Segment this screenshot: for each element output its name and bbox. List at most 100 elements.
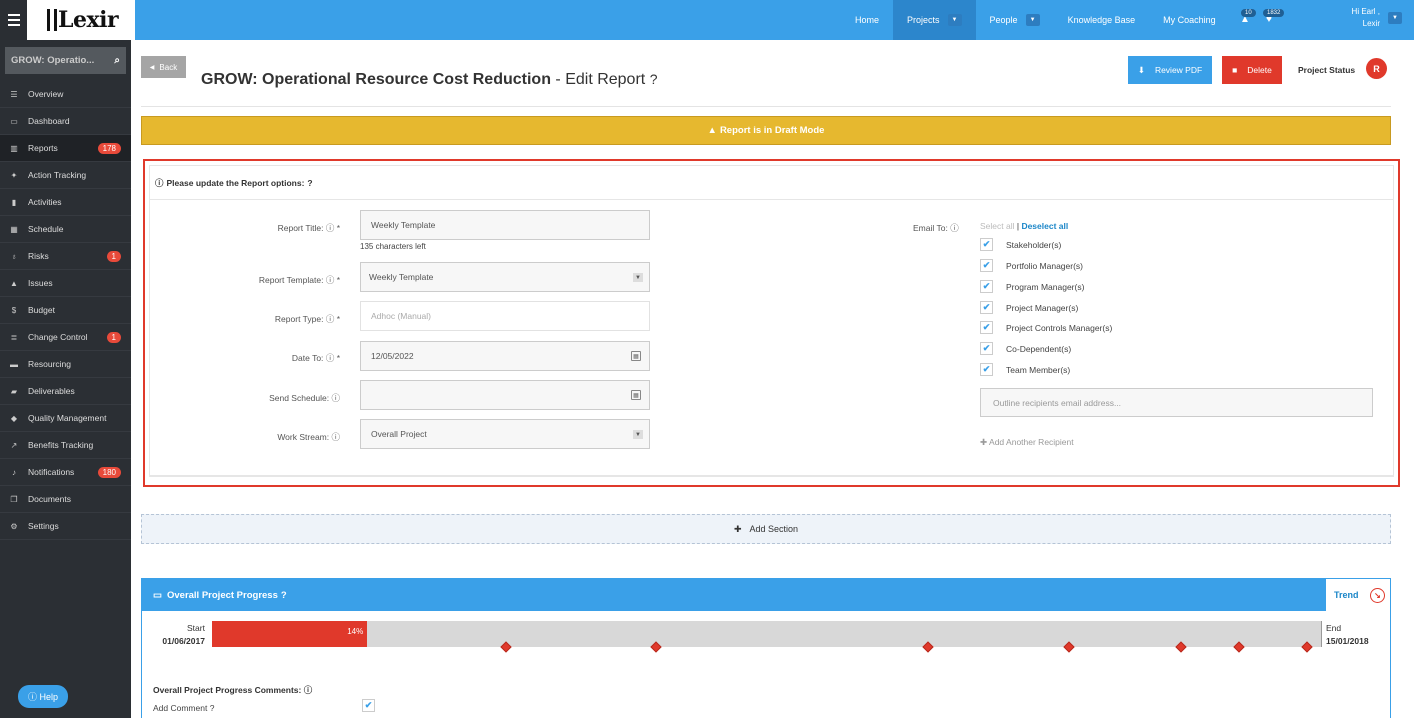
report-template-label: Report Template: ⓘ * (258, 275, 340, 285)
info-icon: ⓘ (950, 223, 959, 233)
add-section-button[interactable]: ✚ Add Section (141, 514, 1391, 544)
milestone-marker[interactable] (500, 641, 512, 653)
bar-chart-icon: ▥ (10, 143, 18, 153)
progress-comments-label: Overall Project Progress Comments: ⓘ (153, 684, 312, 696)
help-button[interactable]: ⓘ Help (18, 685, 69, 708)
recipient-email-input[interactable]: Outline recipients email address... (980, 388, 1373, 417)
recipient-program-managers[interactable]: ✔ Program Manager(s) (980, 280, 1084, 293)
project-search[interactable]: GROW: Operatio... ⌕ (5, 47, 126, 74)
checkbox-checked-icon[interactable]: ✔ (980, 259, 993, 272)
review-pdf-label: Review PDF (1154, 65, 1203, 75)
risks-count-badge: 1 (106, 250, 121, 262)
select-all-link[interactable]: Select all (980, 221, 1015, 231)
send-schedule-input[interactable]: ▦ (360, 380, 650, 410)
milestone-marker[interactable] (650, 641, 662, 653)
question-circle-icon[interactable]: ? (307, 178, 312, 188)
sidebar-item-quality-management[interactable]: ◆ Quality Management (0, 405, 131, 432)
trend-label: Trend (1334, 590, 1359, 600)
checkbox-checked-icon[interactable]: ✔ (980, 342, 993, 355)
main-nav: Home Projects ▼ People ▼ Knowledge Base My… (841, 0, 1230, 40)
project-name: GROW: Operational Resource Cost Reductio… (201, 71, 551, 88)
sidebar-item-notifications[interactable]: ♪ Notifications 180 (0, 459, 131, 486)
question-circle-icon[interactable]: ? (650, 71, 658, 87)
nav-people[interactable]: People ▼ (976, 0, 1054, 40)
dropdown-arrow-icon[interactable]: ▼ (633, 273, 643, 282)
start-date: 01/06/2017 (162, 636, 205, 646)
user-menu[interactable]: Hi Earl , Lexir (1352, 6, 1380, 30)
checkbox-checked-icon[interactable]: ✔ (980, 363, 993, 376)
sidebar-item-schedule[interactable]: ▦ Schedule (0, 216, 131, 243)
sidebar-item-budget[interactable]: $ Budget (0, 297, 131, 324)
report-template-select[interactable]: Weekly Template ▼ (360, 262, 650, 292)
folder-icon: ▬ (10, 359, 18, 369)
back-button[interactable]: ◀ Back (141, 56, 186, 78)
report-title-input[interactable]: Weekly Template (360, 210, 650, 240)
sidebar-item-label: Benefits Tracking (28, 440, 94, 450)
recipient-stakeholders[interactable]: ✔ Stakeholder(s) (980, 238, 1061, 251)
checkbox-checked-icon[interactable]: ✔ (980, 321, 993, 334)
sidebar-item-deliverables[interactable]: ▰ Deliverables (0, 378, 131, 405)
sidebar-item-action-tracking[interactable]: ✦ Action Tracking (0, 162, 131, 189)
recipient-label: Project Controls Manager(s) (1006, 322, 1113, 333)
delete-button[interactable]: ■ Delete (1222, 56, 1282, 84)
lightbulb-icon: ♁ (11, 251, 17, 261)
list-icon: ☰ (10, 89, 18, 99)
nav-my-coaching[interactable]: My Coaching (1149, 0, 1230, 40)
milestone-marker[interactable] (1175, 641, 1187, 653)
logo-mark-icon (47, 9, 57, 31)
question-circle-icon[interactable]: ? (281, 590, 287, 601)
logo[interactable]: Lexir (27, 0, 135, 40)
sidebar-item-documents[interactable]: ❐ Documents (0, 486, 131, 513)
label-text: Email To: (913, 223, 948, 233)
checkbox-checked-icon[interactable]: ✔ (980, 301, 993, 314)
sidebar-item-issues[interactable]: ▲ Issues (0, 270, 131, 297)
menu-toggle-icon[interactable] (0, 0, 27, 40)
sidebar-item-reports[interactable]: ▥ Reports 178 (0, 135, 131, 162)
sidebar-item-activities[interactable]: ▮ Activities (0, 189, 131, 216)
sidebar-item-overview[interactable]: ☰ Overview (0, 81, 131, 108)
milestone-marker[interactable] (922, 641, 934, 653)
checkbox-checked-icon[interactable]: ✔ (980, 238, 993, 251)
sidebar-item-dashboard[interactable]: ▭ Dashboard (0, 108, 131, 135)
recipient-project-controls-managers[interactable]: ✔ Project Controls Manager(s) (980, 321, 1112, 334)
caret-down-icon[interactable]: ▼ (947, 14, 962, 26)
search-icon[interactable]: ⌕ (114, 55, 120, 66)
caret-down-icon[interactable]: ▼ (1025, 14, 1040, 26)
nav-projects[interactable]: Projects ▼ (893, 0, 976, 40)
dropdown-arrow-icon[interactable]: ▼ (633, 430, 643, 439)
calendar-icon[interactable]: ▦ (631, 390, 641, 400)
recipient-co-dependents[interactable]: ✔ Co-Dependent(s) (980, 342, 1071, 355)
date-to-input[interactable]: 12/05/2022 ▦ (360, 341, 650, 371)
nav-knowledge-base[interactable]: Knowledge Base (1054, 0, 1150, 40)
delete-label: Delete (1247, 65, 1272, 75)
project-status-badge[interactable]: R (1366, 58, 1387, 79)
sidebar-item-change-control[interactable]: ≣ Change Control 1 (0, 324, 131, 351)
calendar-icon[interactable]: ▦ (631, 351, 641, 361)
checkbox-checked-icon[interactable]: ✔ (980, 280, 993, 293)
user-caret-down-icon[interactable]: ▼ (1388, 12, 1402, 24)
sidebar-item-risks[interactable]: ♁ Risks 1 (0, 243, 131, 270)
nav-people-label: People (989, 15, 1018, 25)
review-pdf-button[interactable]: ⬇ Review PDF (1128, 56, 1212, 84)
nav-home[interactable]: Home (841, 0, 893, 40)
sidebar-item-settings[interactable]: ⚙ Settings (0, 513, 131, 540)
recipient-portfolio-managers[interactable]: ✔ Portfolio Manager(s) (980, 259, 1083, 272)
milestone-marker[interactable] (1233, 641, 1245, 653)
recipient-team-members[interactable]: ✔ Team Member(s) (980, 363, 1070, 376)
work-stream-select[interactable]: Overall Project ▼ (360, 419, 650, 449)
trend-tab[interactable]: Trend ↘ (1326, 579, 1390, 611)
sidebar-item-benefits-tracking[interactable]: ↗ Benefits Tracking (0, 432, 131, 459)
warning-icon: ▲ (10, 278, 18, 288)
progress-start: Start 01/06/2017 (158, 622, 205, 648)
add-comment-checkbox[interactable]: ✔ (362, 699, 375, 712)
report-type-value: Adhoc (Manual) (371, 311, 432, 321)
add-recipient-link[interactable]: ✚ Add Another Recipient (980, 437, 1074, 448)
deselect-all-link[interactable]: Deselect all (1021, 221, 1068, 231)
reports-count-badge: 178 (97, 142, 121, 154)
add-recipient-label: Add Another Recipient (989, 437, 1074, 447)
milestone-marker[interactable] (1063, 641, 1075, 653)
milestone-marker[interactable] (1301, 641, 1313, 653)
recipient-project-managers[interactable]: ✔ Project Manager(s) (980, 301, 1078, 314)
recipient-label: Team Member(s) (1006, 364, 1071, 375)
sidebar-item-resourcing[interactable]: ▬ Resourcing (0, 351, 131, 378)
